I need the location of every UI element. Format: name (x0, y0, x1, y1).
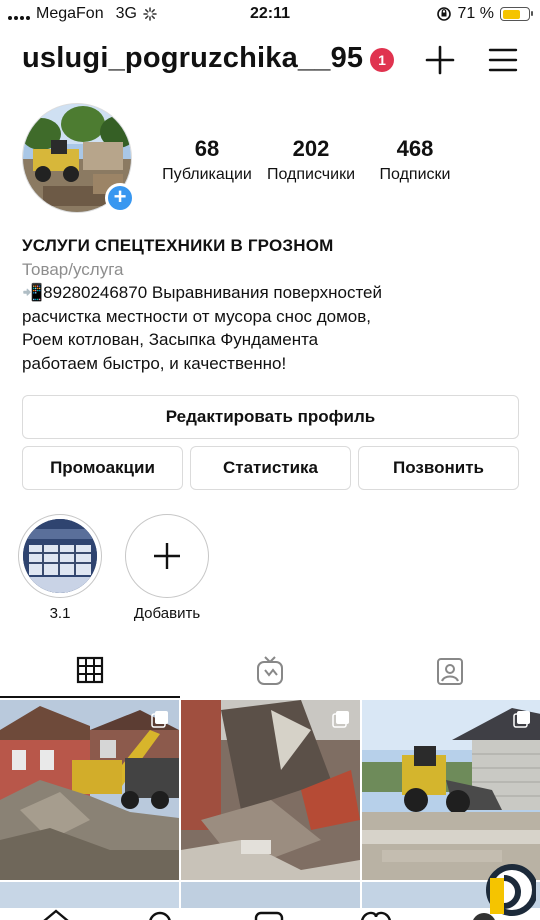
tagged-icon (437, 658, 463, 685)
stat-posts[interactable]: 68 Публикации (152, 136, 262, 184)
posts-count: 68 (194, 136, 220, 161)
rotation-lock-icon (436, 7, 451, 21)
search-icon (149, 911, 171, 920)
post-thumbnail[interactable] (0, 882, 179, 910)
bottom-nav (0, 908, 540, 920)
posts-label: Публикации (162, 166, 252, 183)
plus-icon (154, 543, 180, 569)
profile-header: uslugi_pogruzchika__95 1 (22, 38, 522, 82)
battery-icon (500, 7, 533, 21)
profile-bio: УСЛУГИ СПЕЦТЕХНИКИ В ГРОЗНОМ Товар/услуг… (22, 234, 522, 375)
highlight-ring (18, 514, 102, 598)
igtv-icon (257, 656, 283, 685)
home-icon (43, 909, 69, 920)
bio-line: работаем быстро, и качественно! (22, 353, 287, 373)
multiple-photos-icon (151, 711, 168, 728)
status-right: 71 % (436, 5, 533, 23)
notification-badge[interactable]: 1 (370, 48, 394, 72)
add-highlight-button[interactable]: Добавить (125, 514, 209, 622)
following-count: 468 (396, 136, 434, 161)
app-logo-icon (486, 864, 536, 916)
multiple-photos-icon (332, 711, 349, 728)
highlight-item[interactable]: 3.1 (18, 514, 102, 622)
followers-label: Подписчики (266, 166, 355, 183)
grid-icon (76, 656, 104, 684)
multiple-photos-icon (513, 711, 530, 728)
bio-line: Роем котлован, Засыпка Фундамента (22, 330, 319, 349)
highlight-label: 3.1 (49, 605, 71, 622)
stat-following[interactable]: 468 Подписки (360, 136, 470, 184)
tab-igtv[interactable] (180, 652, 360, 698)
highlight-label: Добавить (133, 605, 201, 622)
tab-grid[interactable] (0, 652, 180, 698)
profile-category: Товар/услуга (22, 259, 124, 279)
battery-percent: 71 % (457, 5, 494, 22)
username[interactable]: uslugi_pogruzchika__95 (22, 42, 363, 75)
post-thumbnail[interactable] (181, 882, 360, 910)
add-highlight-circle (125, 514, 209, 598)
stat-followers[interactable]: 202 Подписчики (256, 136, 366, 184)
edit-profile-button[interactable]: Редактировать профиль (22, 395, 519, 439)
post-thumbnail[interactable] (181, 700, 360, 880)
menu-icon[interactable] (488, 46, 518, 74)
call-button[interactable]: Позвонить (358, 446, 519, 490)
following-label: Подписки (379, 166, 451, 183)
profile-name: УСЛУГИ СПЕЦТЕХНИКИ В ГРОЗНОМ (22, 236, 334, 255)
plus-icon[interactable] (424, 44, 456, 76)
add-story-icon[interactable]: + (105, 183, 135, 213)
post-thumbnail[interactable] (362, 700, 540, 880)
post-thumbnail[interactable] (0, 700, 179, 880)
bio-line: расчистка местности от мусора снос домов… (22, 306, 372, 326)
active-tab-indicator (0, 696, 180, 698)
followers-count: 202 (292, 136, 330, 161)
heart-icon (361, 911, 391, 920)
status-bar: MegaFon 3G 22:11 71 % (0, 0, 540, 30)
insights-button[interactable]: Статистика (190, 446, 351, 490)
tab-tagged[interactable] (360, 652, 540, 698)
promotions-button[interactable]: Промоакции (22, 446, 183, 490)
reels-icon (254, 911, 284, 920)
highlight-cover (23, 519, 97, 593)
bio-line: 📲89280246870 Выравнивания поверхностей (22, 283, 382, 302)
